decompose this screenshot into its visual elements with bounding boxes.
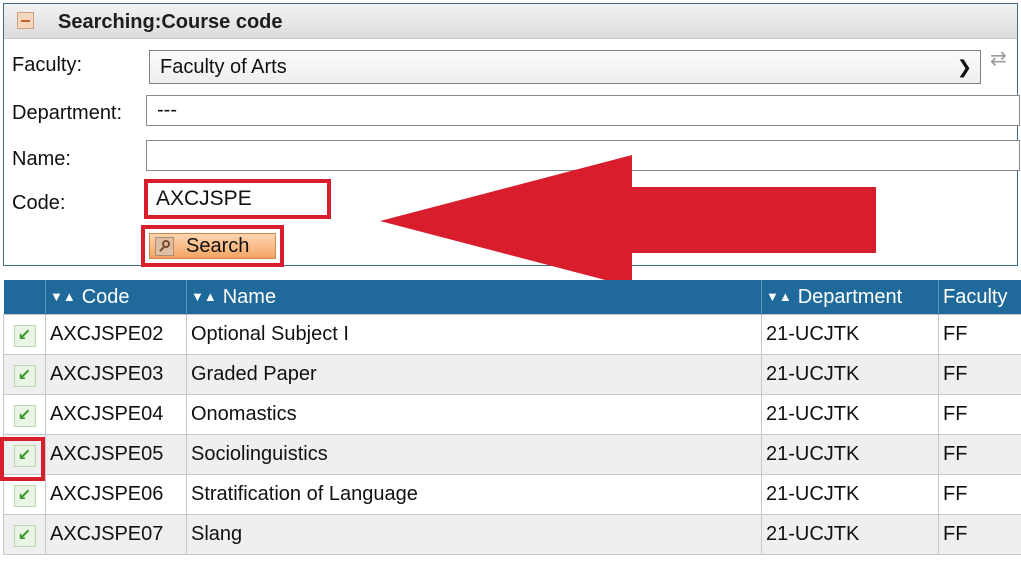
row-code: AXCJSPE07	[45, 514, 187, 555]
search-button[interactable]: Search	[149, 233, 276, 259]
code-header[interactable]: ▼▲ Code	[45, 280, 187, 315]
table-header-row: ▼▲ Code ▼▲ Name ▼▲ Department Faculty	[3, 280, 1021, 315]
faculty-header[interactable]: Faculty	[938, 280, 1021, 315]
sort-icon: ▼▲	[191, 288, 217, 304]
row-code: AXCJSPE04	[45, 394, 187, 435]
row-name: Onomastics	[186, 394, 762, 435]
select-header	[3, 280, 46, 315]
search-icon	[155, 237, 174, 256]
swap-icon[interactable]: ⇄	[990, 46, 1007, 71]
row-name: Sociolinguistics	[186, 434, 762, 475]
department-label: Department:	[12, 102, 123, 124]
select-arrow-icon[interactable]: ↙	[13, 404, 36, 427]
table-row: ↙ AXCJSPE06 Stratification of Language 2…	[3, 474, 1021, 515]
department-field[interactable]: ---	[146, 95, 1020, 126]
row-code: AXCJSPE03	[45, 354, 187, 395]
table-row: ↙ AXCJSPE03 Graded Paper 21-UCJTK FF	[3, 354, 1021, 395]
name-label: Name:	[12, 148, 71, 170]
search-highlight: Search	[141, 225, 284, 267]
row-code: AXCJSPE05	[45, 434, 187, 475]
row-department: 21-UCJTK	[761, 514, 939, 555]
row-name: Stratification of Language	[186, 474, 762, 515]
row-faculty: FF	[938, 474, 1021, 515]
sort-icon: ▼▲	[766, 288, 792, 304]
row-faculty: FF	[938, 314, 1021, 355]
row-faculty: FF	[938, 394, 1021, 435]
collapse-icon[interactable]	[17, 12, 34, 29]
row-code: AXCJSPE06	[45, 474, 187, 515]
row-name: Slang	[186, 514, 762, 555]
faculty-select[interactable]: Faculty of Arts ❯	[149, 50, 981, 84]
code-label: Code:	[12, 192, 66, 214]
row-faculty: FF	[938, 434, 1021, 475]
row-department: 21-UCJTK	[761, 394, 939, 435]
row-department: 21-UCJTK	[761, 434, 939, 475]
table-row: ↙ AXCJSPE02 Optional Subject I 21-UCJTK …	[3, 314, 1021, 355]
table-row: ↙ AXCJSPE05 Sociolinguistics 21-UCJTK FF	[3, 434, 1021, 475]
table-row: ↙ AXCJSPE07 Slang 21-UCJTK FF	[3, 514, 1021, 555]
row-department: 21-UCJTK	[761, 314, 939, 355]
code-input[interactable]: AXCJSPE	[144, 179, 331, 219]
select-arrow-icon[interactable]: ↙	[13, 524, 36, 547]
select-arrow-icon[interactable]: ↙	[13, 484, 36, 507]
row-department: 21-UCJTK	[761, 474, 939, 515]
faculty-label: Faculty:	[12, 54, 83, 76]
department-header[interactable]: ▼▲ Department	[761, 280, 939, 315]
table-row: ↙ AXCJSPE04 Onomastics 21-UCJTK FF	[3, 394, 1021, 435]
panel-title: Searching:Course code	[58, 11, 283, 33]
row-faculty: FF	[938, 354, 1021, 395]
row-name: Graded Paper	[186, 354, 762, 395]
select-arrow-icon[interactable]: ↙	[13, 324, 36, 347]
results-table: ▼▲ Code ▼▲ Name ▼▲ Department Faculty ↙ AXC…	[3, 280, 1021, 555]
row-faculty: FF	[938, 514, 1021, 555]
select-arrow-icon[interactable]: ↙	[13, 364, 36, 387]
sort-icon: ▼▲	[50, 288, 76, 304]
chevron-down-icon: ❯	[956, 57, 972, 77]
annotation-arrow	[380, 155, 876, 287]
faculty-value: Faculty of Arts	[160, 56, 287, 78]
name-header[interactable]: ▼▲ Name	[186, 280, 762, 315]
row-code: AXCJSPE02	[45, 314, 187, 355]
search-label: Search	[186, 235, 250, 257]
select-highlight	[0, 437, 45, 481]
row-name: Optional Subject I	[186, 314, 762, 355]
panel-header: Searching:Course code	[4, 4, 1017, 39]
row-department: 21-UCJTK	[761, 354, 939, 395]
